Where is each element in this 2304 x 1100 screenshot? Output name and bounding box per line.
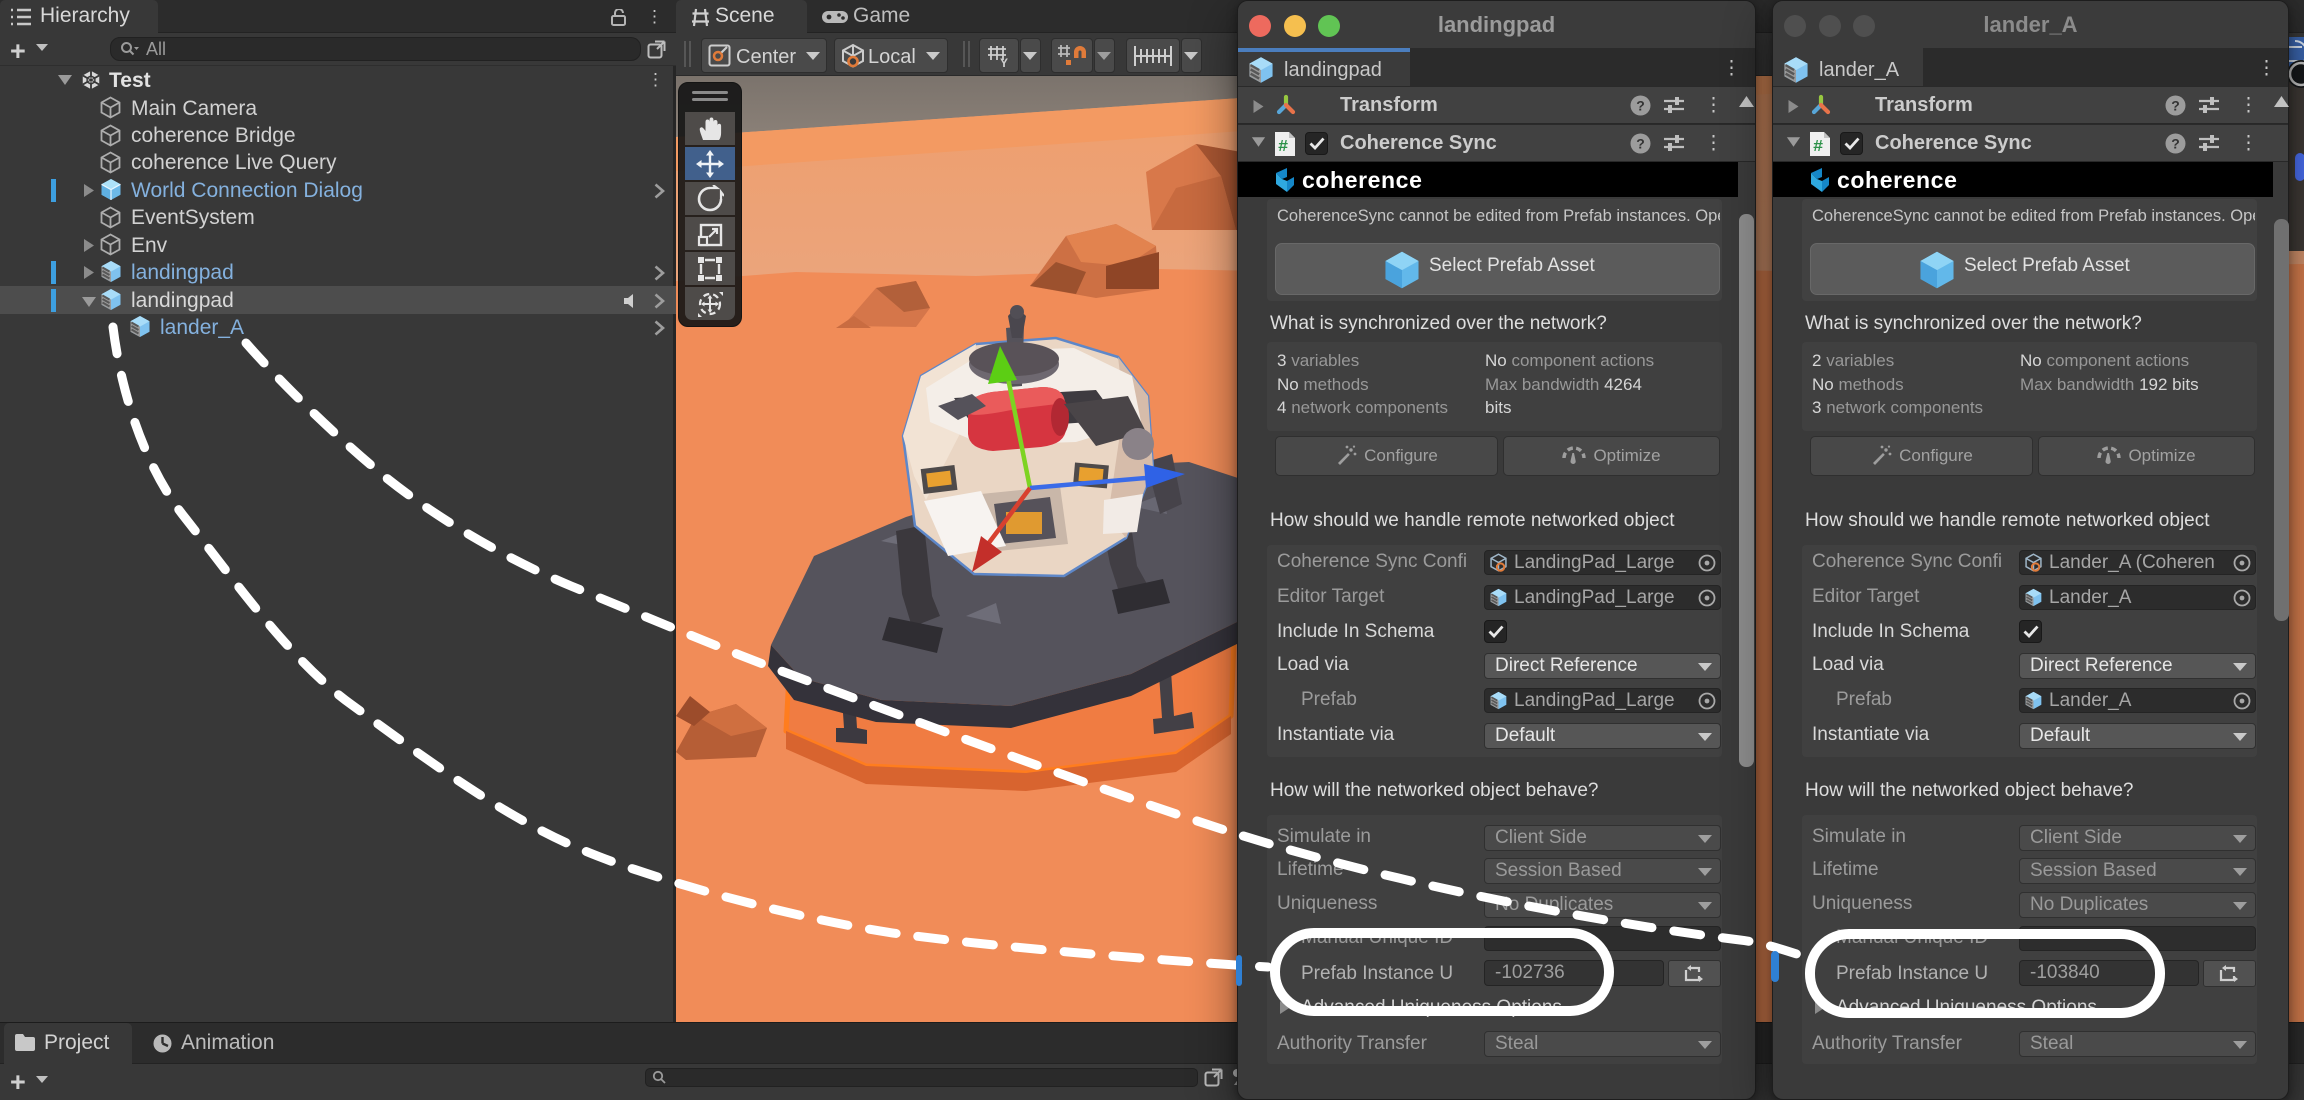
svg-text:?: ?	[1636, 136, 1645, 152]
svg-text:?: ?	[1636, 98, 1645, 114]
svg-text:#: #	[1813, 138, 1823, 157]
svg-text:?: ?	[2171, 98, 2180, 114]
svg-text:#: #	[1278, 138, 1288, 157]
svg-text:?: ?	[2171, 136, 2180, 152]
svg-text:Y: Y	[1000, 56, 1008, 68]
